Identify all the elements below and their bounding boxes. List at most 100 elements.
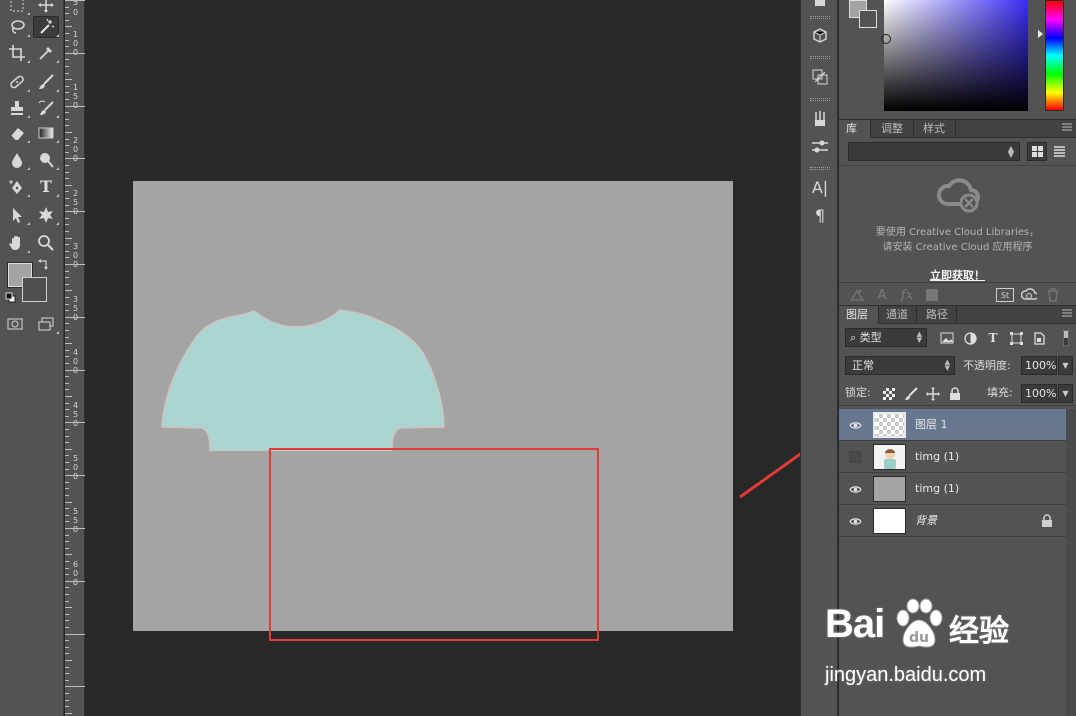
add-layer-style-icon[interactable]: fx bbox=[899, 287, 915, 303]
brush-icon bbox=[39, 74, 54, 89]
fill-dropdown[interactable]: ▼ bbox=[1058, 384, 1073, 403]
get-now-link[interactable]: 立即获取！ bbox=[839, 267, 1076, 283]
color-picker-cursor[interactable] bbox=[881, 34, 891, 44]
filter-type-icon[interactable]: T bbox=[985, 330, 1001, 346]
paragraph-panel-button[interactable]: ¶ bbox=[809, 205, 831, 227]
ruler-tick bbox=[65, 92, 69, 93]
opacity-input[interactable]: 100% bbox=[1021, 356, 1057, 375]
dock-grip[interactable] bbox=[810, 98, 830, 101]
lock-image-icon[interactable] bbox=[903, 386, 918, 401]
layer-row[interactable]: 背景 bbox=[839, 505, 1066, 537]
eye-icon[interactable] bbox=[847, 417, 863, 433]
tab-styles[interactable]: 样式 bbox=[916, 120, 956, 138]
brush-tool[interactable] bbox=[33, 71, 59, 93]
custom-shape-tool[interactable] bbox=[33, 204, 59, 226]
cube-icon bbox=[813, 28, 827, 43]
ruler-tick bbox=[65, 0, 85, 1]
history-brush-tool[interactable] bbox=[33, 97, 59, 119]
tab-paths[interactable]: 路径 bbox=[919, 306, 957, 324]
eraser-tool[interactable] bbox=[4, 122, 30, 144]
fill-input[interactable]: 100% bbox=[1021, 384, 1057, 403]
swap-colors-icon[interactable] bbox=[38, 258, 50, 270]
background-color-swatch[interactable] bbox=[22, 277, 47, 302]
ruler-tick bbox=[65, 46, 69, 47]
hand-tool[interactable] bbox=[4, 232, 30, 254]
3d-panel-button[interactable] bbox=[809, 25, 831, 47]
libraries-body: 要使用 Creative Cloud Libraries， 请安装 Creati… bbox=[839, 165, 1076, 285]
filter-smart-object-icon[interactable] bbox=[1031, 330, 1047, 346]
lock-position-icon[interactable] bbox=[925, 386, 940, 401]
pen-icon bbox=[9, 180, 22, 194]
filter-pixel-icon[interactable] bbox=[939, 330, 955, 346]
layer-row[interactable]: 图层 1 bbox=[839, 409, 1066, 441]
ruler-tick bbox=[65, 284, 69, 285]
type-tool[interactable]: T bbox=[33, 176, 59, 198]
eye-icon[interactable] bbox=[847, 513, 863, 529]
filter-adjustment-icon[interactable] bbox=[962, 330, 978, 346]
ruler-tick bbox=[65, 152, 69, 153]
stock-icon[interactable]: St bbox=[996, 288, 1014, 302]
gradient-tool[interactable] bbox=[33, 122, 59, 144]
clone-source-panel-button[interactable] bbox=[809, 66, 831, 88]
tab-libraries[interactable]: 库 bbox=[839, 120, 871, 138]
default-colors-icon[interactable] bbox=[5, 292, 16, 303]
magic-wand-tool[interactable] bbox=[33, 16, 59, 38]
dodge-tool[interactable] bbox=[33, 149, 59, 171]
library-dropdown[interactable]: ▲ ▼ bbox=[848, 142, 1020, 161]
list-view-button[interactable] bbox=[1049, 142, 1069, 161]
layers-tabbar: 图层 通道 路径 bbox=[839, 305, 1076, 324]
tab-channels[interactable]: 通道 bbox=[879, 306, 917, 324]
rectangular-marquee-tool[interactable] bbox=[4, 0, 30, 16]
sync-icon[interactable] bbox=[1021, 287, 1037, 303]
history-panel-button[interactable] bbox=[809, 0, 831, 16]
eraser-icon bbox=[10, 128, 24, 141]
lock-row: 锁定: 填充: 100% ▼ bbox=[839, 382, 1076, 406]
pen-tool[interactable] bbox=[4, 176, 30, 198]
ruler-tick bbox=[65, 403, 69, 404]
filter-toggle[interactable] bbox=[1061, 330, 1071, 346]
saturation-brightness-field[interactable] bbox=[884, 0, 1028, 111]
filter-shape-icon[interactable] bbox=[1008, 330, 1024, 346]
panel-menu-icon[interactable] bbox=[1062, 123, 1072, 131]
zoom-tool[interactable] bbox=[33, 232, 59, 254]
ruler-tick bbox=[65, 634, 85, 635]
quick-mask-button[interactable] bbox=[2, 313, 28, 335]
path-selection-tool[interactable] bbox=[4, 204, 30, 226]
add-graphic-icon[interactable] bbox=[849, 287, 865, 303]
eye-icon[interactable] bbox=[847, 481, 863, 497]
spot-healing-tool[interactable] bbox=[4, 71, 30, 93]
visibility-toggle-off[interactable] bbox=[847, 449, 863, 465]
dock-grip[interactable] bbox=[810, 167, 830, 170]
dock-grip[interactable] bbox=[810, 16, 830, 19]
trash-icon[interactable] bbox=[1045, 287, 1061, 303]
dock-grip[interactable] bbox=[810, 56, 830, 59]
libraries-message-line1: 要使用 Creative Cloud Libraries， bbox=[875, 227, 1040, 238]
tab-adjustments[interactable]: 调整 bbox=[874, 120, 914, 138]
lasso-tool[interactable] bbox=[4, 16, 30, 38]
screen-mode-button[interactable] bbox=[33, 313, 59, 335]
layer-row[interactable]: timg (1) bbox=[839, 441, 1066, 473]
grid-view-button[interactable] bbox=[1027, 142, 1047, 161]
ruler-tick bbox=[65, 53, 85, 54]
lock-transparent-icon[interactable] bbox=[881, 386, 896, 401]
brush-panel-button[interactable] bbox=[809, 108, 831, 130]
opacity-dropdown[interactable]: ▼ bbox=[1058, 356, 1073, 375]
add-char-style-icon[interactable]: A bbox=[874, 287, 890, 303]
hue-marker[interactable] bbox=[1038, 30, 1043, 38]
eyedropper-tool[interactable] bbox=[33, 42, 59, 64]
brush-presets-button[interactable] bbox=[809, 136, 831, 158]
add-color-icon[interactable] bbox=[924, 287, 940, 303]
character-panel-button[interactable]: A| bbox=[809, 177, 831, 199]
tab-layers[interactable]: 图层 bbox=[839, 306, 879, 324]
blend-mode-select[interactable]: 正常 ▲ ▼ bbox=[845, 356, 955, 375]
kind-filter-select[interactable]: ⌕ 类型 ▲ ▼ bbox=[845, 328, 927, 347]
panel-menu-icon[interactable] bbox=[1062, 309, 1072, 317]
lock-all-icon[interactable] bbox=[947, 386, 962, 401]
layer-row[interactable]: timg (1) bbox=[839, 473, 1066, 505]
move-tool[interactable] bbox=[33, 0, 59, 16]
hue-slider[interactable] bbox=[1045, 0, 1064, 111]
color-panel-background[interactable] bbox=[859, 10, 877, 28]
clone-stamp-tool[interactable] bbox=[4, 97, 30, 119]
blur-tool[interactable] bbox=[4, 149, 30, 171]
crop-tool[interactable] bbox=[4, 42, 30, 64]
